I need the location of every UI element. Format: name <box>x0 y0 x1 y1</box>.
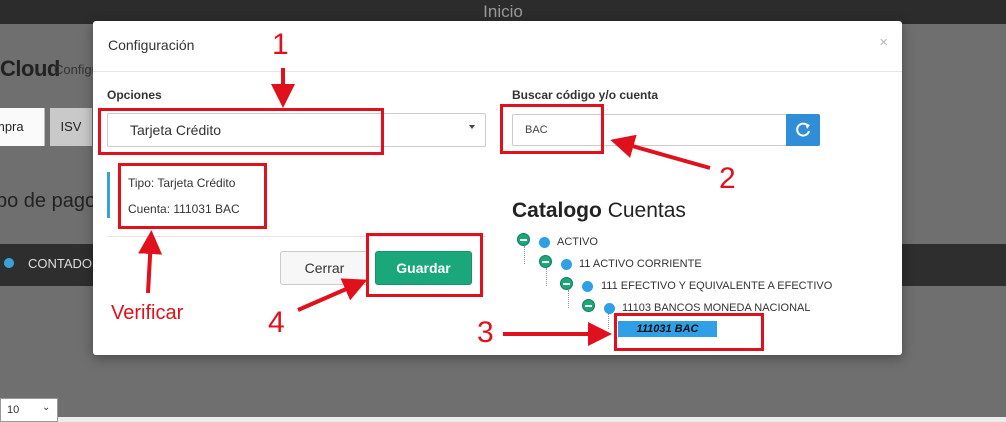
arrow-2 <box>610 134 711 170</box>
annotation-arrows <box>138 68 711 346</box>
arrow-verify <box>138 230 163 294</box>
arrow-4 <box>297 278 368 312</box>
